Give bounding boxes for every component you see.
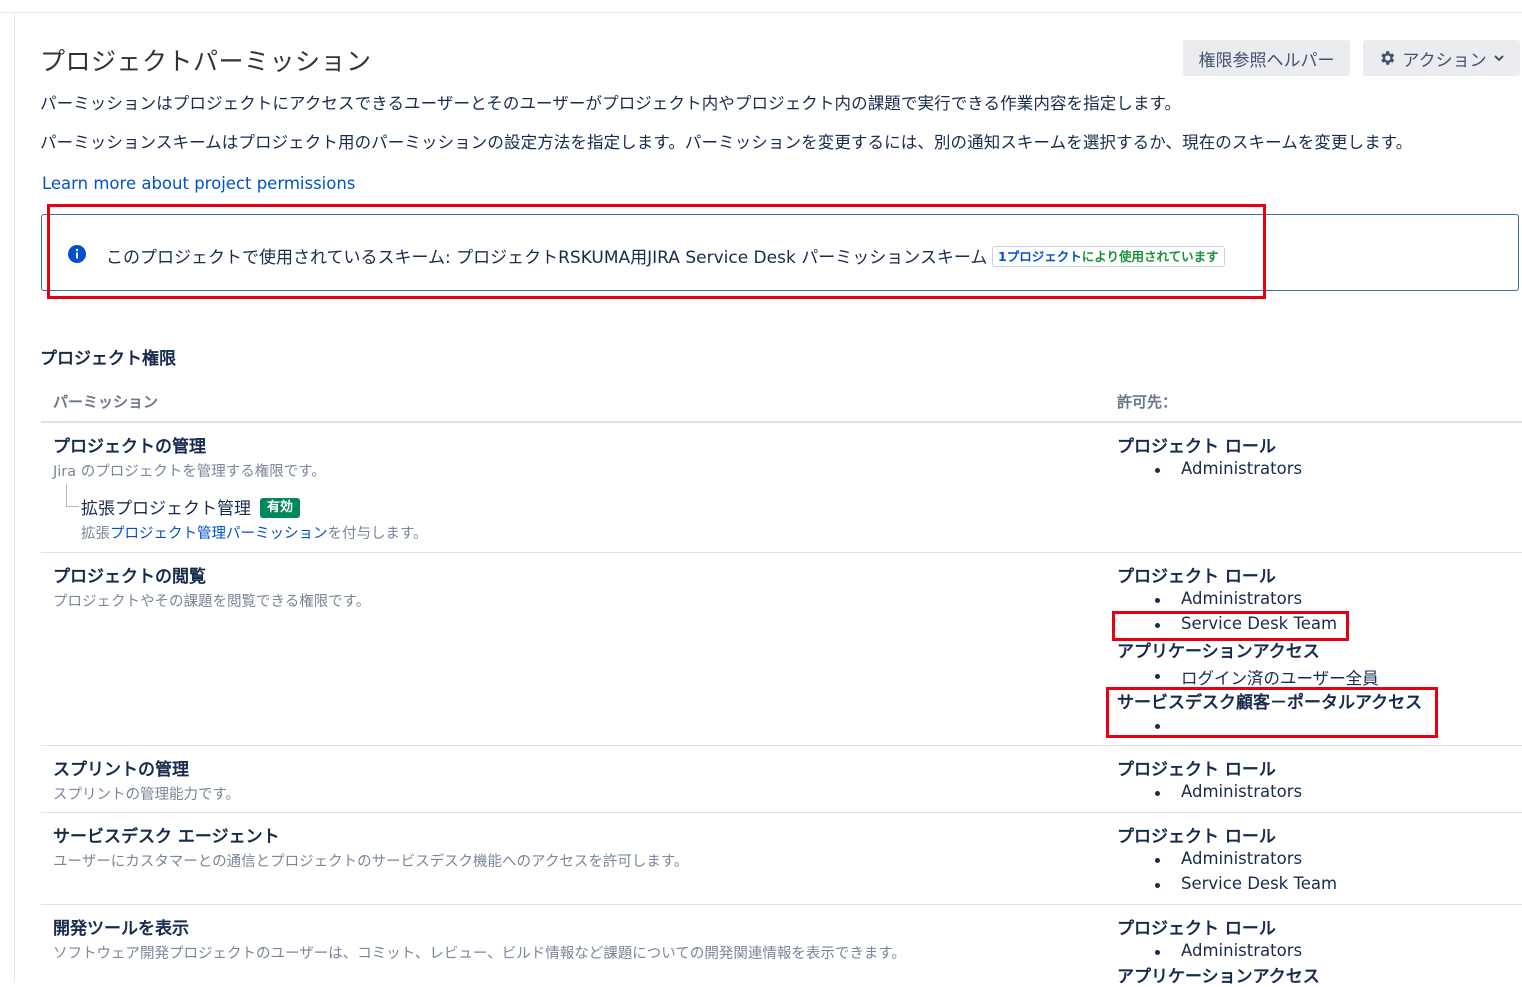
permission-description: ユーザーにカスタマーとの通信とプロジェクトのサービスデスク機能へのアクセスを許可… <box>53 854 689 870</box>
bullet <box>1155 468 1160 473</box>
sub-desc-prefix: 拡張 <box>81 526 110 542</box>
grant-type: プロジェクト ロール <box>1117 827 1276 847</box>
row-divider <box>41 552 1522 553</box>
row-divider <box>41 745 1522 746</box>
bullet <box>1155 883 1160 888</box>
learn-more-link[interactable]: Learn more about project permissions <box>42 174 355 193</box>
permission-name: プロジェクトの管理 <box>53 437 206 457</box>
gear-icon <box>1378 49 1396 67</box>
grant-type: プロジェクト ロール <box>1117 567 1276 587</box>
sub-desc-suffix: を付与します。 <box>327 526 428 542</box>
column-header-granted-to: 許可先： <box>1117 393 1178 411</box>
scheme-description: パーミッションスキームはプロジェクト用のパーミッションの設定方法を指定します。パ… <box>40 133 1413 152</box>
sub-permission-connector <box>66 484 79 507</box>
permission-helper-button[interactable]: 権限参照ヘルパー <box>1183 40 1350 76</box>
sub-permission-description: 拡張プロジェクト管理パーミッションを付与します。 <box>81 522 428 543</box>
permission-name: 開発ツールを表示 <box>53 919 189 939</box>
permissions-description: パーミッションはプロジェクトにアクセスできるユーザーとそのユーザーがプロジェクト… <box>40 94 1182 113</box>
bullet <box>1155 858 1160 863</box>
permission-name: スプリントの管理 <box>53 760 189 780</box>
bullet <box>1155 791 1160 796</box>
permission-description: ソフトウェア開発プロジェクトのユーザーは、コミット、レビュー、ビルド情報など課題… <box>53 946 906 962</box>
grant-type: プロジェクト ロール <box>1117 437 1276 457</box>
actions-button[interactable]: アクション <box>1363 40 1520 76</box>
actions-button-label: アクション <box>1402 50 1487 71</box>
table-header-divider <box>41 421 1522 423</box>
grant-item: Administrators <box>1181 459 1303 478</box>
status-badge: 有効 <box>260 498 301 518</box>
bullet <box>1155 950 1160 955</box>
annotation-highlight-service-desk-team <box>1112 611 1349 641</box>
column-header-permission: パーミッション <box>53 393 159 411</box>
grant-type: プロジェクト ロール <box>1117 919 1276 939</box>
permission-description: プロジェクトやその課題を閲覧できる権限です。 <box>53 594 371 610</box>
grant-item: Administrators <box>1181 589 1303 608</box>
chevron-down-icon <box>1493 52 1505 64</box>
annotation-highlight-portal-access <box>1106 687 1438 738</box>
grant-item: Administrators <box>1181 849 1303 868</box>
grant-item: Administrators <box>1181 782 1303 801</box>
bullet <box>1155 674 1160 679</box>
section-title: プロジェクト権限 <box>40 349 176 369</box>
grant-type: アプリケーションアクセス <box>1117 967 1320 987</box>
admin-permission-link[interactable]: プロジェクト管理パーミッション <box>110 526 328 542</box>
grant-type: プロジェクト ロール <box>1117 760 1276 780</box>
top-divider <box>0 12 1522 13</box>
page-title: プロジェクトパーミッション <box>40 47 372 76</box>
annotation-highlight-scheme <box>47 204 1266 299</box>
left-divider <box>14 13 15 982</box>
bullet <box>1155 598 1160 603</box>
permission-description: Jira のプロジェクトを管理する権限です。 <box>53 464 326 480</box>
permission-name: サービスデスク エージェント <box>53 827 280 847</box>
grant-item: Administrators <box>1181 941 1303 960</box>
row-divider <box>41 904 1522 905</box>
permission-description: スプリントの管理能力です。 <box>53 787 241 803</box>
grant-item: ログイン済のユーザー全員 <box>1181 669 1379 688</box>
grant-item: Service Desk Team <box>1181 874 1338 893</box>
row-divider <box>41 812 1522 813</box>
sub-permission-name: 拡張プロジェクト管理 <box>81 499 251 519</box>
permission-name: プロジェクトの閲覧 <box>53 567 206 587</box>
